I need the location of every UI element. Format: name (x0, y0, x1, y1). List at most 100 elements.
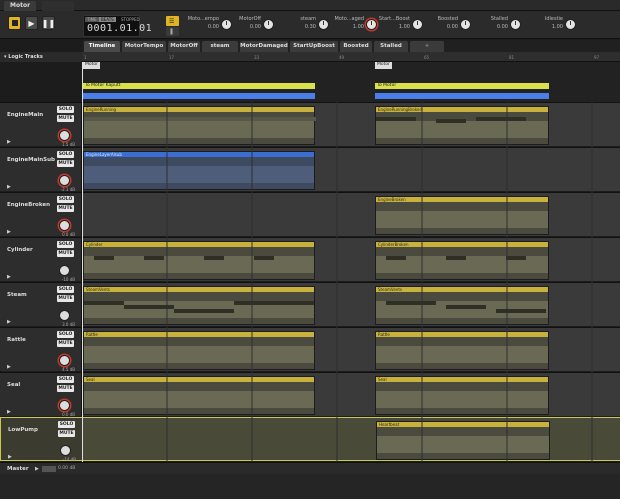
tab-motor-damaged[interactable]: MotorDamaged (240, 41, 288, 52)
mute-button[interactable]: MUTE (57, 250, 74, 257)
logic-tracks-header[interactable]: ▾ Logic Tracks (0, 52, 82, 62)
solo-button[interactable]: SOLO (57, 331, 74, 338)
instrument-region[interactable]: EngineLayerAlsub (83, 151, 315, 190)
volume-knob[interactable] (60, 445, 71, 456)
track-name: EngineBroken (7, 202, 50, 208)
master-fader[interactable] (42, 466, 56, 472)
solo-button[interactable]: SOLO (57, 151, 74, 158)
expand-icon[interactable]: ▶ (7, 364, 11, 370)
list-view-button[interactable]: ☰ (166, 16, 179, 26)
instrument-region[interactable]: CylinderBroken (375, 241, 549, 280)
tab-boosted[interactable]: Boosted (340, 41, 372, 52)
track-header: Cylinder SOLO MUTE -10 dB ▶ (0, 238, 82, 282)
solo-button[interactable]: SOLO (57, 196, 74, 203)
volume-knob[interactable] (59, 265, 70, 276)
transition-label[interactable]: To Motor (375, 83, 549, 89)
ruler-tick: 65 (424, 55, 430, 60)
mute-button[interactable]: MUTE (57, 115, 74, 122)
play-button[interactable]: ▶ (25, 16, 38, 30)
instrument-region[interactable]: EngineRunningBroken (375, 106, 549, 145)
volume-knob[interactable] (59, 175, 70, 186)
instrument-region[interactable]: Rattle (375, 331, 549, 370)
loop-region[interactable] (375, 93, 549, 99)
instrument-region[interactable]: Rattle (83, 331, 315, 370)
solo-button[interactable]: SOLO (57, 376, 74, 383)
expand-icon[interactable]: ▶ (8, 454, 12, 460)
volume-knob[interactable] (59, 355, 70, 366)
instrument-region[interactable]: Heartbeat (376, 421, 550, 460)
tab-empty[interactable] (42, 1, 74, 11)
mute-button[interactable]: MUTE (57, 340, 74, 347)
master-readout: 0.00 dB (58, 466, 76, 471)
tab-steam[interactable]: steam (202, 41, 238, 52)
pause-button[interactable]: ❚❚ (42, 16, 55, 30)
tab-timeline[interactable]: Timeline (84, 41, 120, 52)
timeline-ruler[interactable]: 1 17 33 49 65 81 97 (82, 52, 620, 62)
tab-motor-tempo[interactable]: MotorTempo (122, 41, 166, 52)
volume-knob[interactable] (59, 400, 70, 411)
parameter-knob[interactable] (221, 19, 232, 30)
add-tab-button[interactable]: + (410, 41, 444, 52)
stop-button[interactable] (8, 16, 21, 30)
track-lane[interactable]: EngineBroken (82, 193, 620, 236)
expand-icon[interactable]: ▶ (7, 139, 11, 145)
solo-button[interactable]: SOLO (57, 286, 74, 293)
param-stalled: Stalled 0.00 (480, 15, 522, 35)
instrument-region[interactable]: Seal (375, 376, 549, 415)
expand-icon[interactable]: ▶ (7, 229, 11, 235)
playhead[interactable] (82, 62, 83, 462)
solo-button[interactable]: SOLO (57, 106, 74, 113)
solo-button[interactable]: SOLO (57, 241, 74, 248)
tab-startup-boost[interactable]: StartUpBoost (290, 41, 338, 52)
time-mode-label[interactable]: TIME (85, 17, 99, 22)
mute-button[interactable]: MUTE (58, 430, 75, 437)
track-lane[interactable]: EngineLayerAlsub (82, 148, 620, 191)
loop-region[interactable] (83, 93, 315, 99)
destination-marker[interactable]: Motor (83, 62, 101, 69)
expand-icon[interactable]: ▶ (7, 274, 11, 280)
instrument-region[interactable]: EngineBroken (375, 196, 549, 235)
parameter-knob[interactable] (263, 19, 274, 30)
expand-icon[interactable]: ▶ (7, 319, 11, 325)
solo-button[interactable]: SOLO (58, 421, 75, 428)
volume-knob[interactable] (59, 310, 70, 321)
instrument-region[interactable]: Seal (83, 376, 315, 415)
expand-icon[interactable]: ▶ (7, 184, 11, 190)
mute-button[interactable]: MUTE (57, 160, 74, 167)
expand-icon[interactable]: ▶ (7, 409, 11, 415)
instrument-region[interactable]: EngineRunning (83, 106, 316, 145)
track-lane[interactable]: SteamVents SteamVents (82, 283, 620, 326)
instrument-region[interactable]: SteamVents (83, 286, 315, 325)
volume-knob[interactable] (59, 220, 70, 231)
track-lane[interactable]: Heartbeat (83, 418, 620, 460)
parameter-knob[interactable] (510, 19, 521, 30)
track-header: EngineMainSub SOLO MUTE -2.1 dB ▶ (0, 148, 82, 192)
expand-icon[interactable]: ▶ (35, 466, 39, 472)
parameter-knob[interactable] (318, 19, 329, 30)
instrument-region[interactable]: Cylinder (83, 241, 315, 280)
tab-motor[interactable]: Motor (4, 1, 37, 11)
track-lane[interactable]: Seal Seal (82, 373, 620, 416)
tab-stalled[interactable]: Stalled (374, 41, 408, 52)
parameter-knob[interactable] (412, 19, 423, 30)
destination-marker[interactable]: Motor (375, 62, 393, 69)
parameter-knob[interactable] (366, 19, 377, 30)
parameter-knob[interactable] (460, 19, 471, 30)
transition-label[interactable]: To Motor Kaputt (83, 83, 315, 89)
track-lane[interactable]: Cylinder CylinderBroken (82, 238, 620, 281)
volume-knob[interactable] (59, 130, 70, 141)
tab-motor-off[interactable]: MotorOff (168, 41, 200, 52)
param-startup-boost: Start...Boost 1.00 (378, 15, 424, 35)
mute-button[interactable]: MUTE (57, 205, 74, 212)
track-cylinder: Cylinder SOLO MUTE -10 dB ▶ Cylinder Cyl… (0, 237, 620, 282)
beats-mode-label[interactable]: BEATS (99, 17, 116, 22)
mute-button[interactable]: MUTE (57, 385, 74, 392)
instrument-region[interactable]: SteamVents (375, 286, 549, 325)
ruler-view-button[interactable]: ❚ (166, 27, 179, 36)
track-header: Steam SOLO MUTE 3.0 dB ▶ (0, 283, 82, 327)
track-lane[interactable]: Rattle Rattle (82, 328, 620, 371)
track-lane[interactable]: EngineRunning EngineRunningBroken (82, 103, 620, 146)
parameter-knob[interactable] (565, 19, 576, 30)
track-header: Rattle SOLO MUTE 4.5 dB ▶ (0, 328, 82, 372)
mute-button[interactable]: MUTE (57, 295, 74, 302)
